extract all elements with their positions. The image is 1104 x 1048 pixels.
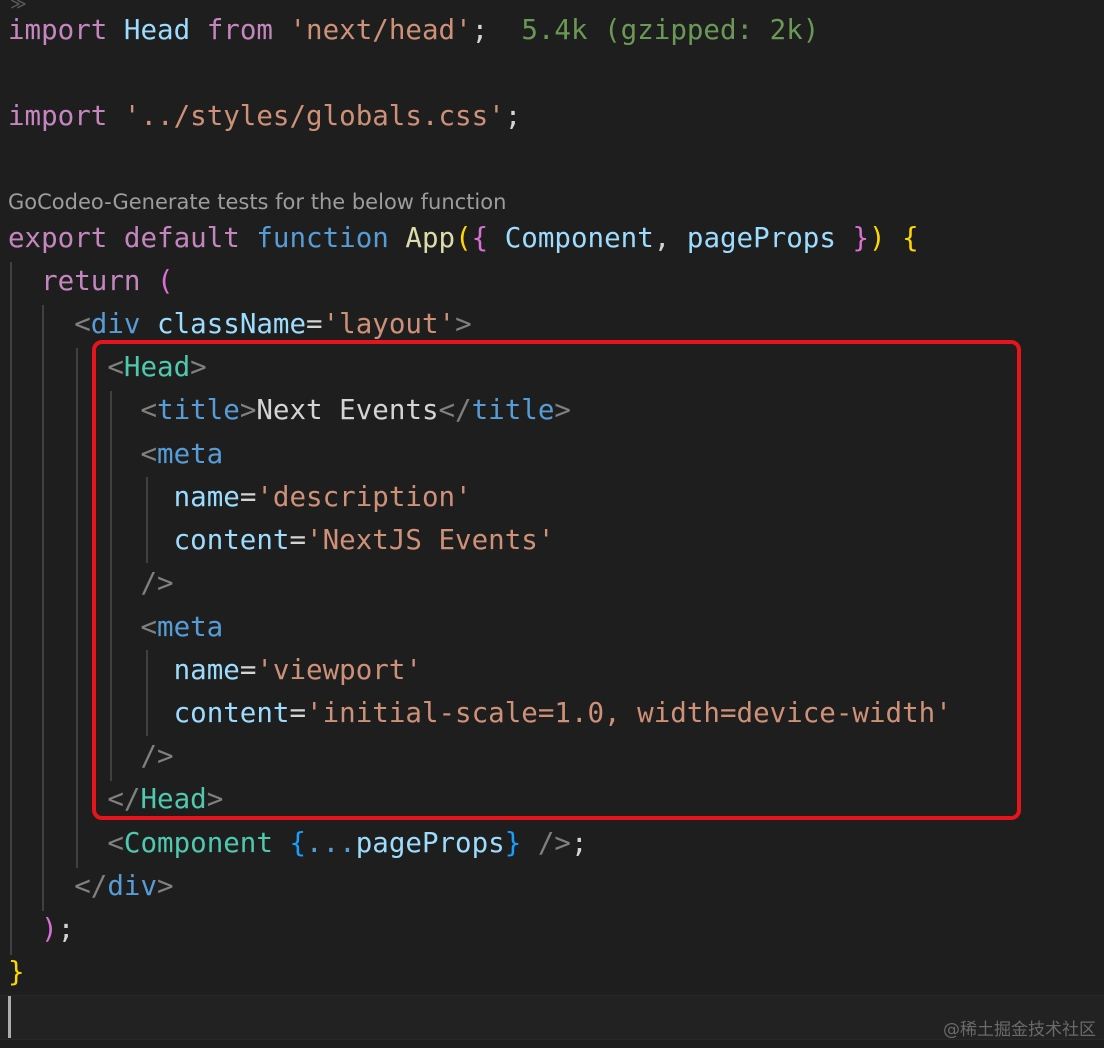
tag-bracket: < [74,308,91,340]
bracket: { [902,222,919,254]
text-cursor [8,996,11,1038]
parameter: Component [504,222,654,254]
identifier: Head [123,14,191,46]
code-line-3[interactable]: export default function App({ Component,… [8,217,919,260]
punctuation: ; [504,100,522,132]
punctuation: ; [471,14,489,46]
string-literal: 'next/head' [289,14,472,46]
tag-bracket: /> [537,827,571,859]
code-line-1[interactable]: import Head from 'next/head'; 5.4k (gzip… [8,9,819,52]
bracket: } [852,222,870,254]
tag-name: div [107,870,158,902]
tag-bracket: > [157,870,174,902]
bracket: } [8,956,25,988]
tag-bracket: </ [74,870,108,902]
parameter: pageProps [686,222,836,254]
string-literal: '../styles/globals.css' [123,100,505,132]
bracket: ) [41,913,58,945]
highlight-box [92,340,1021,820]
bracket: ) [869,222,886,254]
punctuation: , [653,222,671,254]
code-line-4[interactable]: return ( [8,260,174,303]
code-line-2[interactable]: import '../styles/globals.css'; [8,95,521,138]
punctuation: = [306,308,323,340]
function-name: App [405,222,456,254]
codelens-generate-tests[interactable]: GoCodeo-Generate tests for the below fun… [8,186,506,218]
watermark: @稀土掘金技术社区 [943,1020,1096,1040]
keyword: function [256,222,389,254]
code-editor[interactable]: ≫ import Head from 'next/head'; 5.4k (gz… [0,0,1104,1048]
attribute-name: className [157,308,307,340]
keyword: from [206,14,273,46]
import-cost-hint: 5.4k (gzipped: 2k) [521,14,820,46]
code-line-19[interactable]: ); [8,908,74,951]
code-line-20[interactable]: } [8,951,25,994]
spread-operator: ... [306,827,356,859]
code-line-18[interactable]: </div> [8,865,174,908]
component-name: Component [123,827,273,859]
punctuation: ; [57,913,75,945]
tag-name: div [90,308,141,340]
tag-bracket: > [455,308,472,340]
keyword: import [8,100,108,132]
bracket: { [289,827,307,859]
keyword: import [8,14,108,46]
keyword: return [41,265,141,297]
punctuation: ; [570,827,588,859]
bracket: ( [157,265,174,297]
keyword: export [8,222,108,254]
bracket: { [471,222,489,254]
attribute-value: 'layout' [322,308,456,340]
bracket: ( [455,222,472,254]
tag-bracket: < [107,827,124,859]
identifier: pageProps [355,827,505,859]
keyword: default [123,222,240,254]
current-line-highlight [0,995,1104,1040]
code-line-17[interactable]: <Component {...pageProps} />; [8,822,588,865]
bracket: } [504,827,522,859]
